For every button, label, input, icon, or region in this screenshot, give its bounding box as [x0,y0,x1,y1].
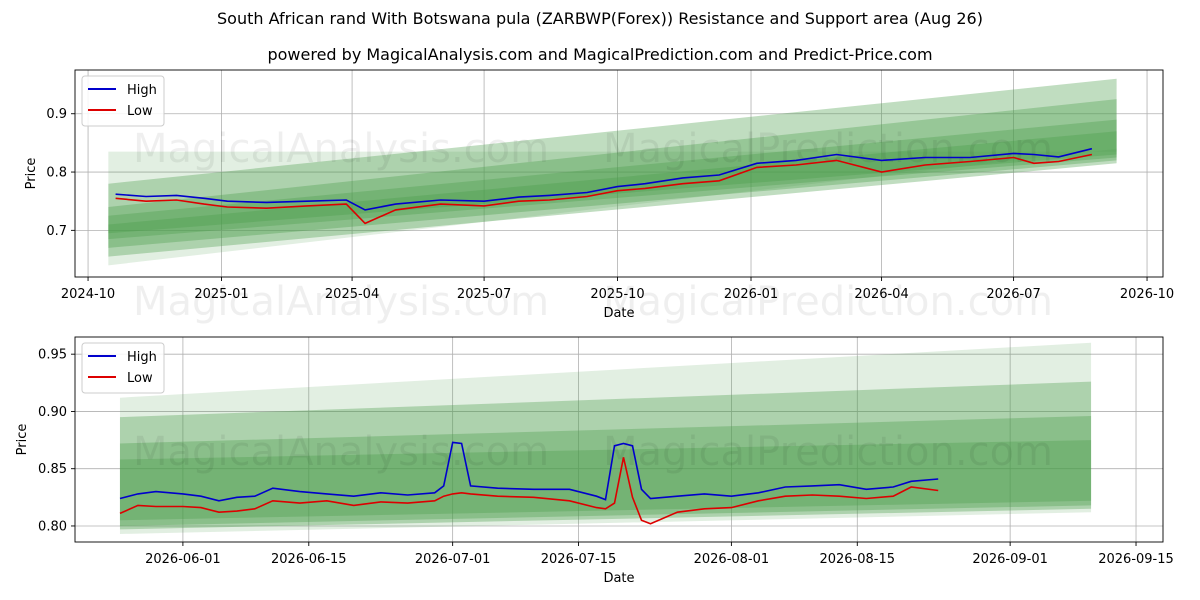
x-tick-label: 2025-01 [194,287,248,302]
x-tick-label: 2025-07 [457,287,511,302]
legend-label-high: High [127,83,157,98]
x-tick-label: 2026-06-01 [145,552,221,567]
y-axis-label: Price [15,424,30,456]
x-axis-label: Date [603,571,634,586]
y-axis-label: Price [24,158,39,190]
chart-canvas: MagicalAnalysis.com MagicalPrediction.com… [15,69,1174,586]
x-tick-label: 2026-09-01 [972,552,1048,567]
x-tick-label: 2024-10 [61,287,115,302]
x-tick-label: 2026-04 [854,287,908,302]
legend: High Low [81,75,165,127]
watermark-text: MagicalAnalysis.com [133,126,549,172]
x-tick-label: 2026-08-15 [819,552,895,567]
y-tick-label: 0.85 [38,462,67,477]
x-tick-label: 2025-04 [325,287,379,302]
watermark-text: MagicalAnalysis.com [133,429,549,475]
x-tick-label: 2026-07 [986,287,1040,302]
watermark-text: MagicalAnalysis.com [133,279,549,325]
legend-label-low: Low [127,104,153,119]
y-tick-label: 0.95 [38,348,67,363]
panel-2: MagicalAnalysis.com MagicalPrediction.com… [15,336,1174,586]
watermark-text: MagicalPrediction.com [603,279,1053,325]
legend-label-high: High [127,350,157,365]
x-tick-label: 2026-01 [724,287,778,302]
x-tick-label: 2025-10 [590,287,644,302]
x-tick-label: 2026-06-15 [271,552,347,567]
x-tick-label: 2026-07-15 [541,552,617,567]
x-tick-label: 2026-09-15 [1098,552,1174,567]
legend-label-low: Low [127,371,153,386]
x-tick-label: 2026-08-01 [694,552,770,567]
y-tick-label: 0.7 [46,224,67,239]
watermark-text: MagicalPrediction.com [603,429,1053,475]
y-tick-label: 0.8 [46,166,67,181]
x-tick-label: 2026-07-01 [415,552,491,567]
y-tick-label: 0.9 [46,107,67,122]
x-axis-label: Date [603,306,634,321]
x-tick-label: 2026-10 [1120,287,1174,302]
legend: High Low [81,342,165,394]
y-tick-label: 0.90 [38,405,67,420]
watermark-text: MagicalPrediction.com [603,126,1053,172]
y-tick-label: 0.80 [38,519,67,534]
panel-1: MagicalAnalysis.com MagicalPrediction.com… [24,69,1174,325]
